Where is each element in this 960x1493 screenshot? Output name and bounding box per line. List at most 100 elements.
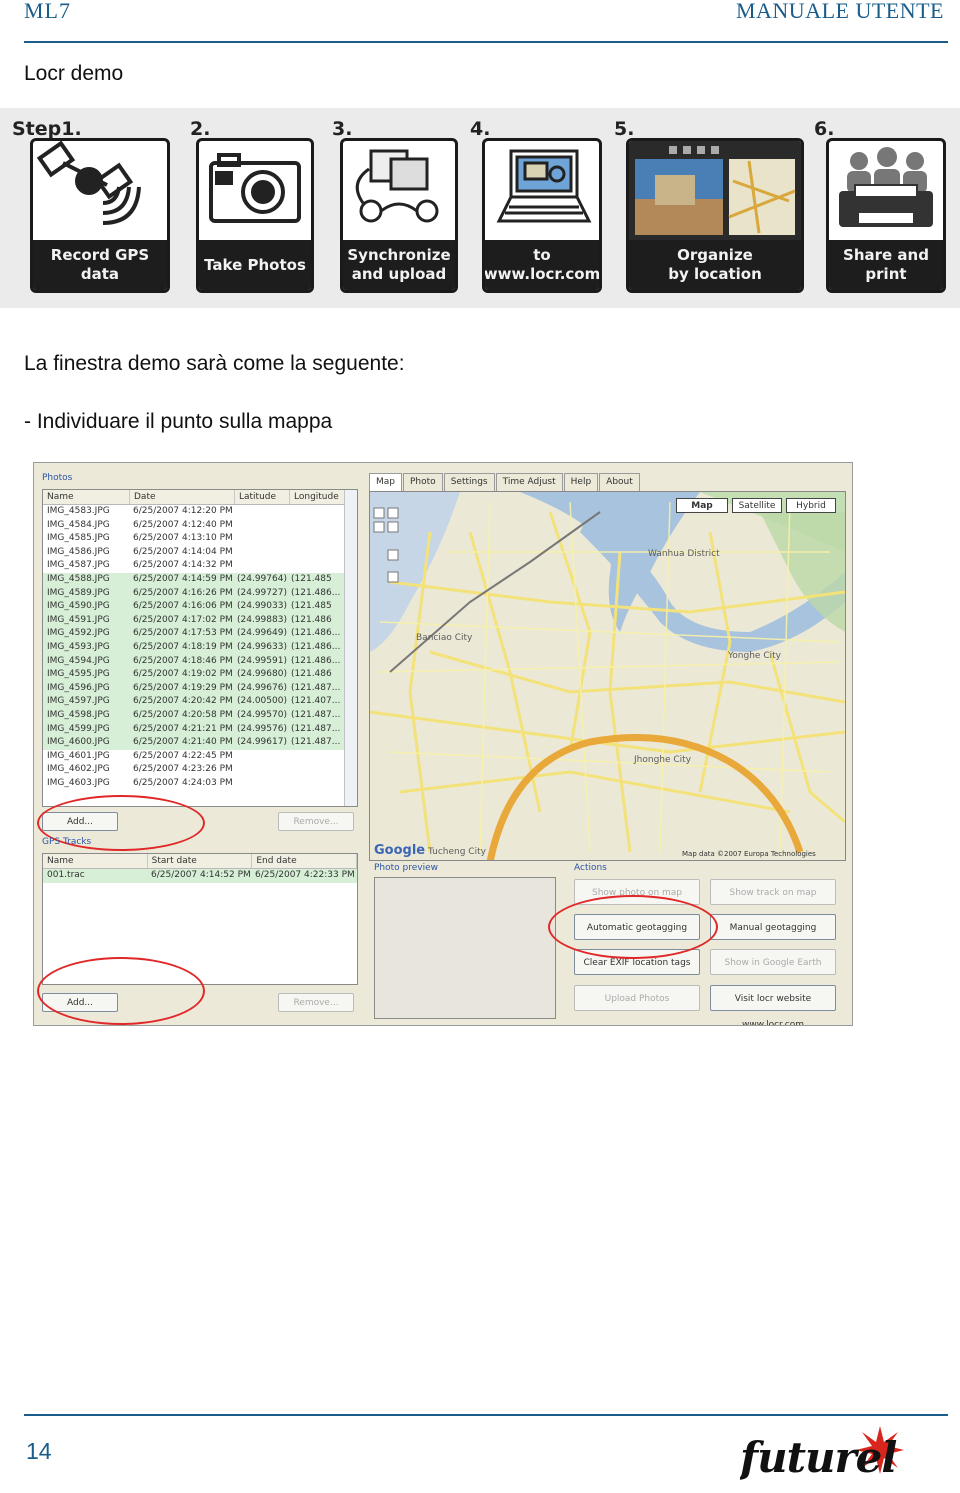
photo-row[interactable]: IMG_4591.JPG 6/25/2007 4:17:02 PM (24.9988… — [43, 613, 357, 628]
photo-cell-date: 6/25/2007 4:14:32 PM — [133, 560, 233, 571]
tab-help[interactable]: Help — [563, 473, 599, 491]
photo-cell-date: 6/25/2007 4:14:59 PM — [133, 573, 233, 584]
photo-row[interactable]: IMG_4595.JPG 6/25/2007 4:19:02 PM (24.9968… — [43, 668, 357, 682]
section-title: Locr demo — [24, 62, 124, 85]
photo-row[interactable]: IMG_4602.JPG 6/25/2007 4:23:26 PM — [43, 763, 357, 777]
photo-row[interactable]: IMG_4592.JPG 6/25/2007 4:17:53 PM (24.9964… — [43, 627, 357, 641]
photo-row[interactable]: IMG_4586.JPG 6/25/2007 4:14:04 PM — [43, 546, 357, 560]
locr-app-window: Photos Name Date Latitude Longitude IMG_… — [33, 462, 853, 1026]
map-label-jhonghe: Jhonghe City — [633, 755, 692, 765]
step-1-panel: Record GPS data — [30, 138, 170, 293]
step-3-panel: Synchronize and upload — [340, 138, 458, 293]
manual-geotagging-button[interactable]: Manual geotagging — [710, 914, 836, 940]
photo-cell-name: IMG_4590.JPG — [47, 601, 110, 612]
col-latitude[interactable]: Latitude — [235, 490, 290, 504]
tab-settings[interactable]: Settings — [443, 473, 495, 491]
photo-row[interactable]: IMG_4600.JPG 6/25/2007 4:21:40 PM (24.9961… — [43, 736, 357, 750]
photo-cell-lon — [287, 532, 345, 546]
photo-cell-lon: (121.486... — [291, 628, 341, 639]
remove-photos-button[interactable]: Remove... — [278, 812, 354, 831]
google-logo: Google — [374, 843, 425, 858]
photo-row[interactable]: IMG_4583.JPG 6/25/2007 4:12:20 PM — [43, 505, 357, 519]
gps-track-end: 6/25/2007 4:22:33 PM — [255, 870, 355, 880]
col-name[interactable]: Name — [43, 490, 130, 504]
upload-photos-button[interactable]: Upload Photos — [574, 985, 700, 1011]
photo-preview-box — [374, 877, 556, 1019]
photo-cell-lon: (121.487... — [291, 723, 341, 734]
photo-cell-lat: (24.99570) — [237, 709, 287, 720]
photo-cell-lat: (24.99591) — [237, 655, 287, 666]
photo-cell-date: 6/25/2007 4:14:04 PM — [133, 546, 233, 557]
photo-cell-date: 6/25/2007 4:24:03 PM — [133, 777, 233, 788]
step-2-caption: Take Photos — [199, 240, 311, 290]
map-type-satellite-button[interactable]: Satellite — [732, 498, 782, 513]
remove-tracks-button[interactable]: Remove... — [278, 993, 354, 1012]
step-4-panel: to www.locr.com — [482, 138, 602, 293]
map-canvas[interactable]: Banciao City Yonghe City Jhonghe City Wa… — [370, 492, 845, 860]
photo-cell-lat — [233, 532, 287, 546]
photo-cell-lat: (24.99033) — [237, 601, 287, 612]
tab-map[interactable]: Map — [369, 473, 402, 491]
photo-cell-name: IMG_4585.JPG — [47, 533, 110, 544]
photo-row[interactable]: IMG_4598.JPG 6/25/2007 4:20:58 PM (24.9957… — [43, 708, 357, 723]
photo-row[interactable]: IMG_4596.JPG 6/25/2007 4:19:29 PM (24.9967… — [43, 681, 357, 696]
photo-row[interactable]: IMG_4587.JPG 6/25/2007 4:14:32 PM — [43, 559, 357, 573]
visit-locr-website-button[interactable]: Visit locr website www.locr.com — [710, 985, 836, 1025]
photo-row[interactable]: IMG_4589.JPG 6/25/2007 4:16:26 PM (24.9972… — [43, 586, 357, 601]
photo-row[interactable]: IMG_4599.JPG 6/25/2007 4:21:21 PM (24.9957… — [43, 722, 357, 737]
map-type-map-button[interactable]: Map — [676, 498, 728, 513]
show-in-google-earth-button[interactable]: Show in Google Earth — [710, 949, 836, 975]
photo-cell-lon — [287, 763, 345, 777]
tab-time-adjust[interactable]: Time Adjust — [495, 473, 563, 491]
annotation-circle-geotagging — [548, 895, 718, 959]
gps-col-name[interactable]: Name — [43, 854, 148, 868]
show-track-on-map-button[interactable]: Show track on map — [710, 879, 836, 905]
photo-cell-date: 6/25/2007 4:17:53 PM — [133, 628, 233, 639]
photo-cell-lon: (121.486 — [291, 669, 332, 680]
photo-cell-lat: (24.99764) — [237, 573, 287, 584]
photo-cell-lon: (121.487... — [291, 682, 341, 693]
photo-cell-name: IMG_4593.JPG — [47, 641, 110, 652]
photo-row[interactable]: IMG_4601.JPG 6/25/2007 4:22:45 PM — [43, 750, 357, 764]
gps-col-end[interactable]: End date — [252, 854, 357, 868]
photo-cell-date: 6/25/2007 4:19:02 PM — [133, 669, 233, 680]
photo-cell-name: IMG_4598.JPG — [47, 709, 110, 720]
map-attribution: Map data ©2007 Europa Technologies — [682, 850, 816, 858]
tab-photo[interactable]: Photo — [403, 473, 443, 491]
photo-cell-date: 6/25/2007 4:19:29 PM — [133, 682, 233, 693]
photo-cell-name: IMG_4596.JPG — [47, 682, 110, 693]
photo-cell-name: IMG_4594.JPG — [47, 655, 110, 666]
photo-row[interactable]: IMG_4594.JPG 6/25/2007 4:18:46 PM (24.9959… — [43, 654, 357, 669]
photo-row[interactable]: IMG_4603.JPG 6/25/2007 4:24:03 PM — [43, 777, 357, 791]
photo-row[interactable]: IMG_4585.JPG 6/25/2007 4:13:10 PM — [43, 532, 357, 546]
photo-cell-lon — [287, 546, 345, 560]
photo-cell-date: 6/25/2007 4:21:40 PM — [133, 737, 233, 748]
map-type-hybrid-button[interactable]: Hybrid — [786, 498, 836, 513]
footer-divider — [24, 1414, 948, 1416]
photo-cell-lat — [233, 777, 287, 791]
gps-track-row[interactable]: 001.trac 6/25/2007 4:14:52 PM 6/25/2007 … — [43, 869, 357, 883]
photo-cell-lat: (24.99576) — [237, 723, 287, 734]
photo-cell-lon: (121.486... — [291, 587, 341, 598]
gps-col-start[interactable]: Start date — [148, 854, 253, 868]
photo-cell-date: 6/25/2007 4:22:45 PM — [133, 750, 233, 761]
step-5-caption: Organize by location — [629, 240, 801, 290]
photo-cell-date: 6/25/2007 4:18:19 PM — [133, 641, 233, 652]
photo-row[interactable]: IMG_4593.JPG 6/25/2007 4:18:19 PM (24.9963… — [43, 640, 357, 655]
main-tabs: Map Photo Settings Time Adjust Help Abou… — [369, 473, 641, 491]
photos-list-header: Name Date Latitude Longitude — [43, 490, 357, 505]
tab-about[interactable]: About — [599, 473, 640, 491]
map-view[interactable]: Banciao City Yonghe City Jhonghe City Wa… — [369, 491, 846, 861]
step-4-number: 4. — [470, 118, 491, 140]
photo-row[interactable]: IMG_4588.JPG 6/25/2007 4:14:59 PM (24.9976… — [43, 572, 357, 587]
photo-cell-date: 6/25/2007 4:20:58 PM — [133, 709, 233, 720]
photos-list[interactable]: Name Date Latitude Longitude IMG_4583.JP… — [42, 489, 358, 807]
photo-cell-name: IMG_4592.JPG — [47, 628, 110, 639]
photo-cell-date: 6/25/2007 4:21:21 PM — [133, 723, 233, 734]
col-longitude[interactable]: Longitude — [290, 490, 349, 504]
photos-scrollbar[interactable] — [344, 490, 357, 806]
col-date[interactable]: Date — [130, 490, 235, 504]
photo-row[interactable]: IMG_4597.JPG 6/25/2007 4:20:42 PM (24.0050… — [43, 695, 357, 709]
photo-row[interactable]: IMG_4590.JPG 6/25/2007 4:16:06 PM (24.9903… — [43, 600, 357, 614]
photo-row[interactable]: IMG_4584.JPG 6/25/2007 4:12:40 PM — [43, 519, 357, 533]
